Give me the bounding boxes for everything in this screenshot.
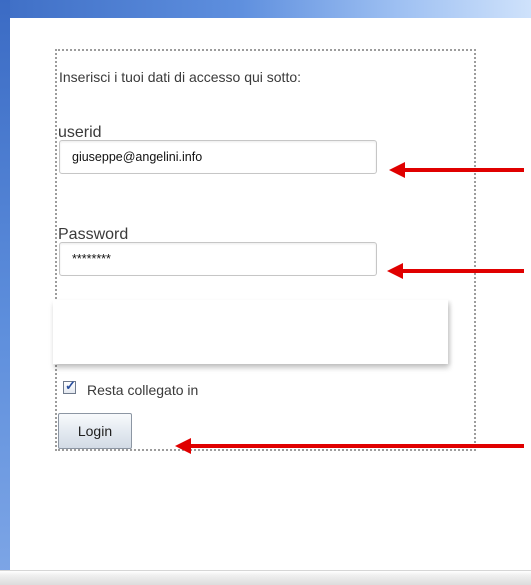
login-instructions: Inserisci i tuoi dati di accesso qui sot…	[59, 69, 302, 85]
password-field[interactable]	[59, 242, 377, 276]
annotation-arrow-login	[175, 438, 524, 454]
userid-field[interactable]	[59, 140, 377, 174]
annotation-arrow-password	[387, 263, 524, 279]
window-frame-left	[0, 0, 10, 585]
shadow-card	[53, 300, 448, 364]
remember-me-label: Resta collegato in	[87, 382, 199, 398]
check-mark-icon: ✓	[65, 378, 76, 393]
annotation-arrow-userid	[389, 162, 524, 178]
arrow-left-icon	[175, 438, 191, 454]
arrow-left-icon	[387, 263, 403, 279]
login-button[interactable]: Login	[58, 413, 132, 449]
arrow-left-icon	[389, 162, 405, 178]
remember-me-checkbox[interactable]: ✓	[63, 378, 76, 394]
window-frame-bottom	[0, 570, 531, 585]
window-frame-top	[0, 0, 531, 18]
